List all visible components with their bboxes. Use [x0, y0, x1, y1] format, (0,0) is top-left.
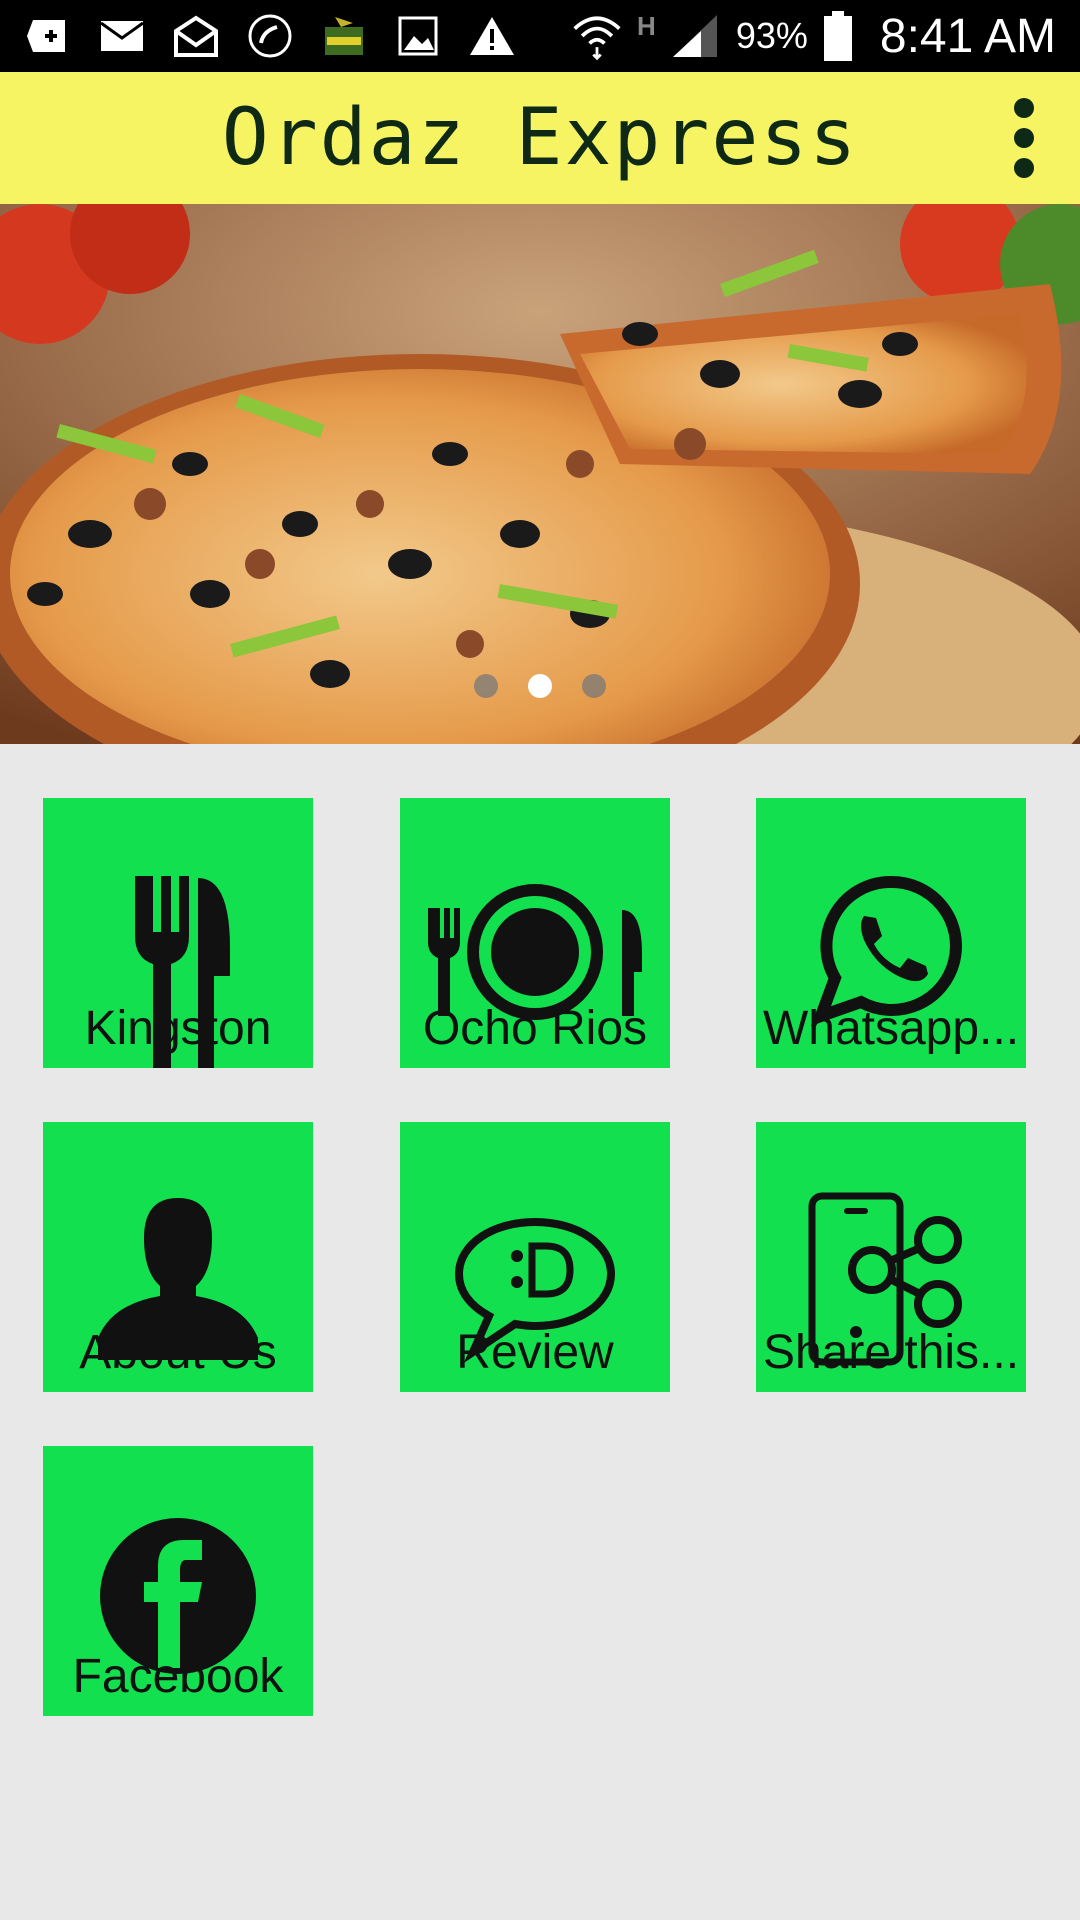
pizza-photo — [0, 204, 1080, 744]
clock: 8:41 AM — [879, 9, 1056, 63]
carousel-dot[interactable] — [474, 674, 498, 698]
wifi-icon — [571, 10, 623, 62]
tile-kingston[interactable]: Kingston — [43, 798, 313, 1068]
tile-label: Review — [456, 1326, 614, 1379]
tile-whatsapp[interactable]: Whatsapp... — [756, 798, 1026, 1068]
overflow-menu-dot — [1014, 128, 1034, 148]
tile-facebook[interactable]: Facebook — [43, 1446, 313, 1716]
overflow-menu-dot — [1014, 158, 1034, 178]
tile-label: Kingston — [84, 1002, 272, 1055]
network-type: H — [637, 10, 656, 41]
signal-icon — [670, 10, 722, 62]
status-bar: H 93% 8:41 AM — [0, 0, 1080, 72]
add-box-icon — [22, 10, 74, 62]
tile-label: Whatsapp... — [762, 1002, 1020, 1055]
tile-label: Facebook — [72, 1650, 284, 1703]
image-icon — [392, 10, 444, 62]
carousel-dot[interactable] — [582, 674, 606, 698]
battery-percent: 93% — [735, 15, 808, 56]
app-bar: Ordaz Express — [0, 72, 1080, 204]
open-mail-icon — [170, 10, 222, 62]
tile-ocho-rios[interactable]: Ocho Rios — [400, 798, 670, 1068]
phone-call-icon — [244, 10, 296, 62]
email-icon — [96, 10, 148, 62]
tile-about-us[interactable]: About Us — [43, 1122, 313, 1392]
carousel-indicator[interactable] — [0, 674, 1080, 698]
system-icons: H 93% 8:41 AM — [571, 8, 1056, 64]
overflow-menu-icon — [1014, 98, 1034, 118]
app-logo-icon — [318, 10, 370, 62]
tile-label: Share this... — [762, 1326, 1020, 1379]
tile-label: About Us — [79, 1326, 277, 1379]
banner-carousel[interactable] — [0, 204, 1080, 744]
battery-icon — [822, 10, 854, 62]
carousel-dot-active[interactable] — [528, 674, 552, 698]
warning-icon — [466, 10, 518, 62]
overflow-menu-button[interactable] — [988, 94, 1060, 182]
app-title: Ordaz Express — [221, 93, 859, 183]
tile-label: Ocho Rios — [422, 1002, 648, 1055]
notification-icons — [22, 10, 518, 62]
tile-share[interactable]: Share this... — [756, 1122, 1026, 1392]
tile-review[interactable]: Review — [400, 1122, 670, 1392]
